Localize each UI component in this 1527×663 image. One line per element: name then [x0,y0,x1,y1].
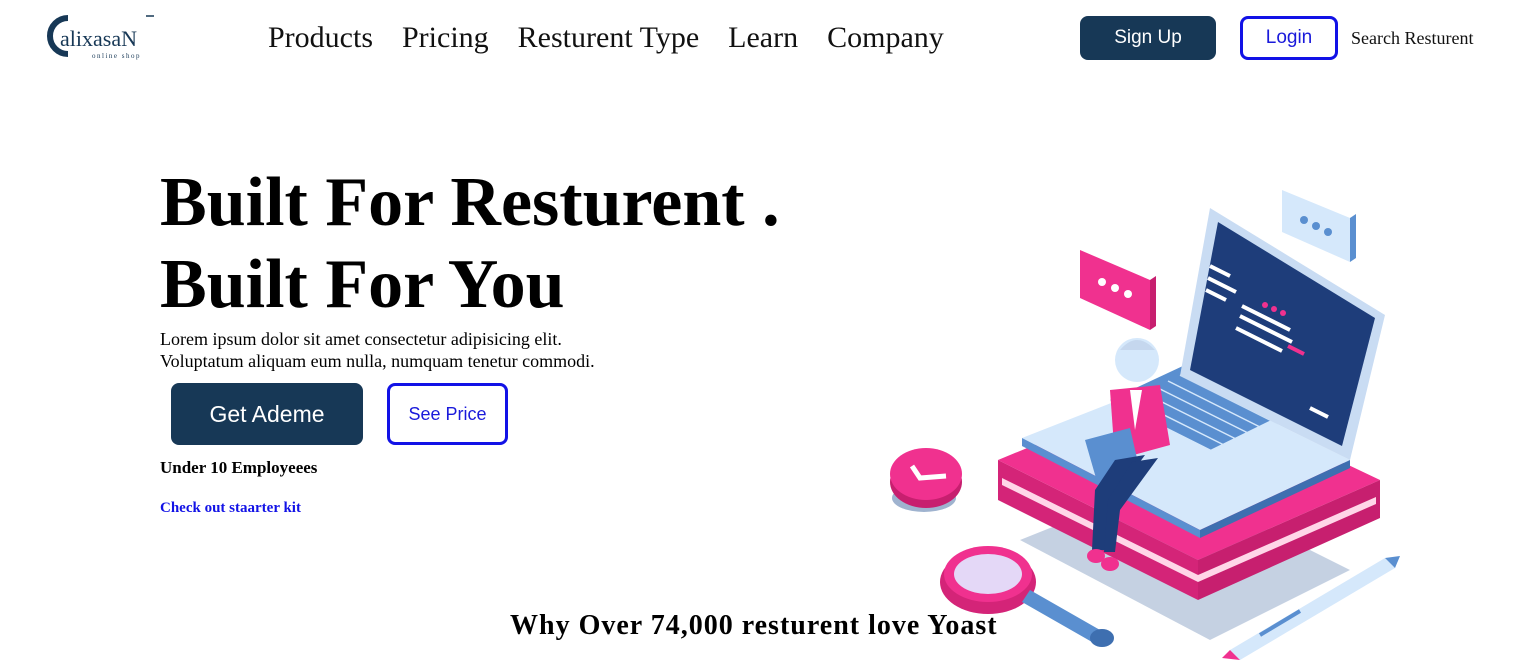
nav-item-company[interactable]: Company [827,18,944,58]
page: alixasaN online shop Products Pricing Re… [0,0,1527,663]
hero-title: Built For Resturent . Built For You [160,162,780,326]
nav-item-products[interactable]: Products [268,18,373,58]
hero-desc-line1: Lorem ipsum dolor sit amet consectetur a… [160,329,562,349]
nav-item-pricing[interactable]: Pricing [402,18,489,58]
clock-icon [890,448,962,512]
hero-title-line2: Built For You [160,246,565,323]
nav-item-resturent-type[interactable]: Resturent Type [518,18,699,58]
hero-description: Lorem ipsum dolor sit amet consectetur a… [160,328,660,372]
brand-logo[interactable]: alixasaN online shop [46,12,176,62]
employees-label: Under 10 Employeees [160,458,318,477]
logo-mark: alixasaN online shop [47,15,154,60]
see-price-button[interactable]: See Price [387,383,508,445]
hero-desc-line2: Voluptatum aliquam eum nulla, numquam te… [160,351,595,371]
logo-tagline: online shop [92,52,141,60]
chat-bubble-pink-icon [1080,250,1156,330]
hero-title-line1: Built For Resturent . [160,164,780,241]
login-button[interactable]: Login [1240,16,1338,60]
logo-text: alixasaN [60,26,137,51]
person-with-laptop-illustration [880,180,1420,663]
chat-bubble-blue-icon [1282,190,1356,262]
signup-button[interactable]: Sign Up [1080,16,1216,60]
search-resturent-link[interactable]: Search Resturent [1351,28,1473,49]
starter-kit-link[interactable]: Check out staarter kit [160,500,301,517]
nav-item-learn[interactable]: Learn [728,18,798,58]
get-demo-button[interactable]: Get Ademe [171,383,363,445]
main-nav: Products Pricing Resturent Type Learn Co… [268,18,973,58]
